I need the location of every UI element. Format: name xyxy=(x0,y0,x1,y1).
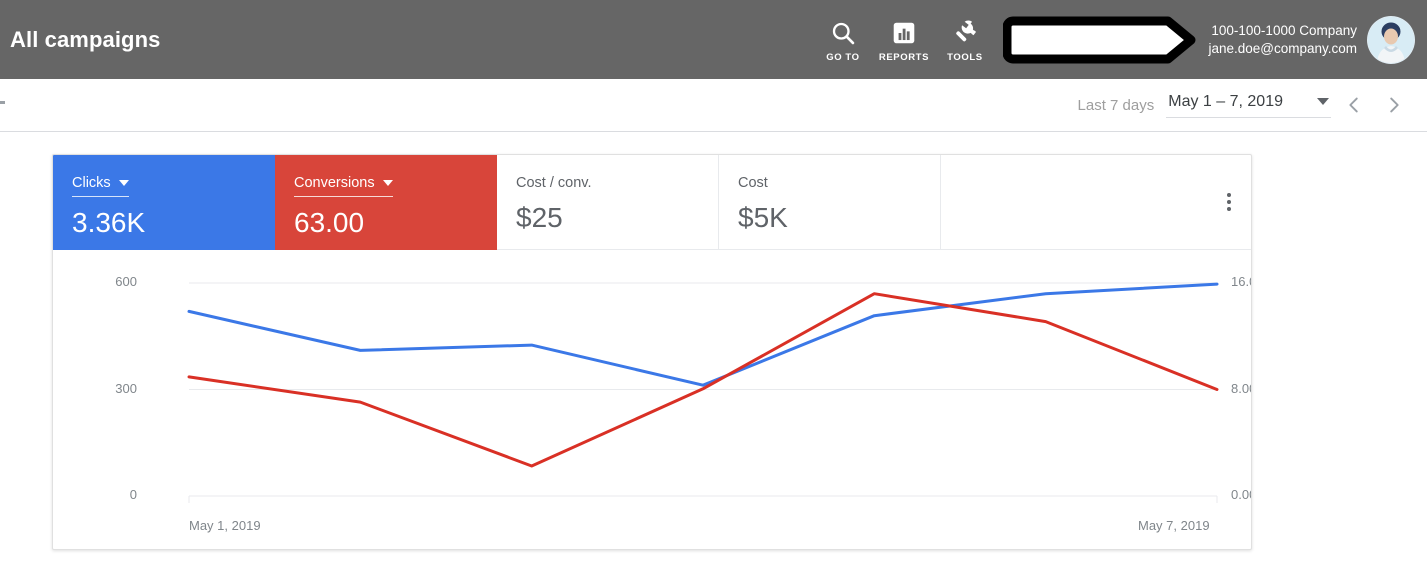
date-range-label: Last 7 days xyxy=(1077,96,1155,114)
y-axis-left-tick: 0 xyxy=(129,487,137,502)
date-toolbar: Last 7 days May 1 – 7, 2019 xyxy=(0,79,1427,132)
metric-tile-cost[interactable]: Cost $5K xyxy=(719,155,941,250)
chart-gridlines xyxy=(188,282,1218,503)
metric-tile-clicks[interactable]: Clicks 3.36K xyxy=(53,155,275,250)
metric-value-cost: $5K xyxy=(738,202,788,233)
chevron-left-icon xyxy=(1349,97,1358,113)
account-info[interactable]: 100-100-1000 Company jane.doe@company.co… xyxy=(1208,22,1357,57)
search-icon xyxy=(829,17,857,49)
prev-period-button[interactable] xyxy=(1337,88,1371,122)
google-ads-dashboard: All campaigns GO TO REPORTS TOOLS 100-10… xyxy=(0,0,1427,563)
next-period-button[interactable] xyxy=(1377,88,1411,122)
y-axis-right-tick: 0.00 xyxy=(1231,487,1251,502)
goto-label: GO TO xyxy=(826,51,860,63)
series-line-conversions xyxy=(187,292,1219,468)
x-axis-tick-start: May 1, 2019 xyxy=(189,518,261,533)
y-axis-left-tick: 300 xyxy=(115,380,137,396)
metric-value-cost-per-conv: $25 xyxy=(516,202,563,233)
chevron-right-icon xyxy=(1390,97,1399,113)
y-axis-right-tick: 8.00 xyxy=(1231,380,1251,396)
chevron-down-icon[interactable] xyxy=(382,180,393,186)
metric-label-cost-per-conv: Cost / conv. xyxy=(516,175,592,191)
chevron-down-icon[interactable] xyxy=(118,180,129,186)
metric-value-clicks: 3.36K xyxy=(72,207,146,238)
header-actions: GO TO REPORTS TOOLS 100-100-1000 Company… xyxy=(812,0,1427,79)
wrench-icon xyxy=(951,17,979,49)
chart-canvas xyxy=(187,282,1219,503)
y-axis-right-tick: 16.00 xyxy=(1231,274,1251,289)
performance-chart: 600 300 0 16.00 8.00 0.00 May 1, 2019 Ma… xyxy=(53,250,1251,549)
metric-tile-empty xyxy=(941,155,1251,250)
bar-chart-icon xyxy=(891,17,917,49)
date-range-value: May 1 – 7, 2019 xyxy=(1168,92,1283,110)
account-company: 100-100-1000 Company xyxy=(1211,22,1357,38)
annotation-arrow-callout xyxy=(1002,15,1198,65)
metric-selector-conversions[interactable]: Conversions xyxy=(294,175,393,197)
tools-label: TOOLS xyxy=(947,51,983,63)
chevron-down-icon[interactable] xyxy=(1317,98,1329,105)
metric-label-conversions: Conversions xyxy=(294,175,375,191)
toolbar-edge-stub xyxy=(0,101,5,104)
metric-tile-conversions[interactable]: Conversions 63.00 xyxy=(275,155,497,250)
date-range-selector[interactable]: May 1 – 7, 2019 xyxy=(1166,93,1331,118)
series-line-clicks xyxy=(187,282,1219,387)
goto-button[interactable]: GO TO xyxy=(812,0,873,79)
reports-label: REPORTS xyxy=(878,51,930,63)
metric-label-cost: Cost xyxy=(738,175,768,191)
avatar[interactable] xyxy=(1367,15,1415,64)
reports-button[interactable]: REPORTS xyxy=(873,0,934,79)
more-vert-icon[interactable] xyxy=(1223,189,1235,215)
metric-tile-cost-per-conv[interactable]: Cost / conv. $25 xyxy=(497,155,719,250)
metric-value-conversions: 63.00 xyxy=(294,207,365,238)
top-header-bar: All campaigns GO TO REPORTS TOOLS 100-10… xyxy=(0,0,1427,79)
metric-label-clicks: Clicks xyxy=(72,175,111,191)
tools-button[interactable]: TOOLS xyxy=(934,0,995,79)
x-axis-tick-end: May 7, 2019 xyxy=(1138,518,1210,533)
account-email: jane.doe@company.com xyxy=(1208,40,1357,56)
metric-tiles: Clicks 3.36K Conversions 63.00 Cost / co… xyxy=(53,155,1251,250)
y-axis-left-tick: 600 xyxy=(115,274,137,289)
metric-selector-clicks[interactable]: Clicks xyxy=(72,175,129,197)
performance-card: Clicks 3.36K Conversions 63.00 Cost / co… xyxy=(52,154,1252,550)
page-title: All campaigns xyxy=(10,26,161,52)
